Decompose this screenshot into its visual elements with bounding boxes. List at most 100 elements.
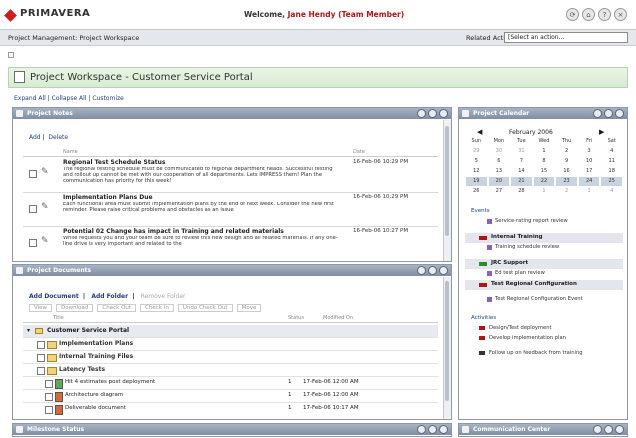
refresh-icon[interactable] [417, 109, 426, 118]
folder-row[interactable]: Latency Tests [23, 363, 438, 376]
related-actions-select[interactable]: [Select an action... [504, 32, 628, 43]
note-title[interactable]: Regional Test Schedule Status [63, 159, 333, 166]
note-checkbox[interactable] [29, 205, 37, 213]
event-group[interactable]: JRC Support [465, 259, 623, 269]
next-month-icon[interactable]: ▶ [599, 128, 604, 136]
file-checkbox[interactable] [45, 406, 53, 414]
calendar-day[interactable]: 30 [489, 147, 510, 156]
file-name[interactable]: Architecture diagram [65, 392, 123, 398]
note-checkbox[interactable] [29, 239, 37, 247]
calendar-day[interactable]: 2 [556, 147, 577, 156]
folder-checkbox[interactable] [37, 367, 45, 375]
documents-scrollbar[interactable] [443, 277, 451, 419]
logout-icon[interactable]: × [614, 8, 627, 21]
minimize-icon[interactable] [604, 109, 613, 118]
event-group[interactable]: Internal Training [465, 233, 623, 243]
folder-name[interactable]: Latency Tests [59, 366, 105, 373]
calendar-day[interactable]: 15 [534, 167, 555, 176]
refresh-icon[interactable] [593, 109, 602, 118]
minimize-icon[interactable] [428, 109, 437, 118]
file-row[interactable]: Deliverable document 1 17-Feb-06 10:17 AM [23, 402, 438, 415]
calendar-day[interactable]: 14 [511, 167, 532, 176]
minimize-icon[interactable] [604, 425, 613, 434]
calendar-day[interactable]: 13 [489, 167, 510, 176]
file-checkbox[interactable] [45, 380, 53, 388]
close-icon[interactable] [439, 425, 448, 434]
event-group[interactable]: Test Regional Configuration [465, 280, 623, 290]
refresh-icon[interactable] [417, 266, 426, 275]
file-name[interactable]: Hit 4 estimates post deployment [65, 379, 155, 385]
calendar-day[interactable]: 20 [488, 177, 510, 186]
minimize-icon[interactable] [428, 266, 437, 275]
calendar-day[interactable]: 22 [533, 177, 555, 186]
prev-month-icon[interactable]: ◀ [477, 128, 482, 136]
refresh-icon[interactable] [417, 425, 426, 434]
minimize-icon[interactable] [428, 425, 437, 434]
calendar-day[interactable]: 23 [556, 177, 577, 186]
note-row[interactable]: ✎ Implementation Plans Due Each functional… [23, 192, 438, 226]
calendar-day[interactable]: 10 [579, 157, 600, 166]
calendar-day[interactable]: 3 [579, 147, 600, 156]
calendar-day[interactable]: 21 [511, 177, 532, 186]
calendar-day[interactable]: 11 [601, 157, 622, 166]
close-icon[interactable] [439, 266, 448, 275]
calendar-day[interactable]: 16 [556, 167, 577, 176]
close-icon[interactable] [439, 109, 448, 118]
add-note-button[interactable]: Add [29, 134, 41, 141]
edit-note-icon[interactable]: ✎ [41, 202, 49, 212]
note-row[interactable]: ✎ Potential 02 Change has impact in Train… [23, 226, 438, 260]
calendar-day[interactable]: 29 [466, 147, 487, 156]
documents-toolbar-undo-check-out[interactable]: Undo Check Out [177, 304, 233, 312]
file-row[interactable]: Architecture diagram 1 17-Feb-06 12:00 AM [23, 389, 438, 402]
customize-link[interactable]: Customize [92, 95, 124, 102]
calendar-day[interactable]: 27 [489, 187, 510, 196]
scroll-thumb[interactable] [445, 281, 449, 401]
welcome-user[interactable]: Jane Hendy (Team Member) [288, 10, 405, 19]
folder-name[interactable]: Implementation Plans [59, 340, 133, 347]
calendar-day[interactable]: 28 [511, 187, 532, 196]
folder-checkbox[interactable] [37, 354, 45, 362]
refresh-icon[interactable] [593, 425, 602, 434]
calendar-day[interactable]: 7 [511, 157, 532, 166]
scroll-thumb[interactable] [445, 126, 449, 236]
delete-note-button[interactable]: Delete [48, 134, 68, 141]
root-folder-row[interactable]: ▾ Customer Service Portal [23, 325, 438, 337]
folder-name[interactable]: Internal Training Files [59, 353, 133, 360]
calendar-day[interactable]: 3 [579, 187, 600, 196]
note-checkbox[interactable] [29, 170, 37, 178]
file-row[interactable]: Hit 4 estimates post deployment 1 17-Feb-0… [23, 376, 438, 389]
calendar-day[interactable]: 24 [578, 177, 600, 186]
calendar-day[interactable]: 12 [466, 167, 487, 176]
calendar-day[interactable]: 31 [511, 147, 532, 156]
documents-toolbar-download[interactable]: Download [56, 304, 94, 312]
note-row[interactable]: ✎ Regional Test Schedule Status The region… [23, 158, 438, 191]
add-document-button[interactable]: Add Document [29, 293, 79, 300]
calendar-day[interactable]: 6 [489, 157, 510, 166]
calendar-day[interactable]: 4 [601, 187, 622, 196]
close-icon[interactable] [615, 425, 624, 434]
calendar-day[interactable]: 18 [601, 167, 622, 176]
calendar-day[interactable]: 2 [556, 187, 577, 196]
calendar-day[interactable]: 1 [534, 187, 555, 196]
note-title[interactable]: Implementation Plans Due [63, 194, 333, 201]
file-checkbox[interactable] [45, 393, 53, 401]
calendar-day[interactable]: 25 [601, 177, 622, 186]
calendar-day[interactable]: 1 [534, 147, 555, 156]
calendar-day[interactable]: 5 [466, 157, 487, 166]
file-name[interactable]: Deliverable document [65, 405, 126, 411]
folder-row[interactable]: Implementation Plans [23, 337, 438, 350]
folder-row[interactable]: Internal Training Files [23, 350, 438, 363]
page-options-icon[interactable] [8, 52, 14, 58]
calendar-day[interactable]: 26 [466, 187, 487, 196]
close-icon[interactable] [615, 109, 624, 118]
add-folder-button[interactable]: Add Folder [91, 293, 128, 300]
calendar-day[interactable]: 17 [579, 167, 600, 176]
documents-toolbar-move[interactable]: Move [236, 304, 262, 312]
folder-checkbox[interactable] [37, 341, 45, 349]
edit-note-icon[interactable]: ✎ [41, 167, 49, 177]
calendar-day[interactable]: 4 [601, 147, 622, 156]
note-title[interactable]: Potential 02 Change has impact in Traini… [63, 228, 333, 235]
help-icon[interactable]: ? [598, 8, 611, 21]
documents-toolbar-check-in[interactable]: Check In [140, 304, 174, 312]
refresh-icon[interactable]: ⟳ [566, 8, 579, 21]
